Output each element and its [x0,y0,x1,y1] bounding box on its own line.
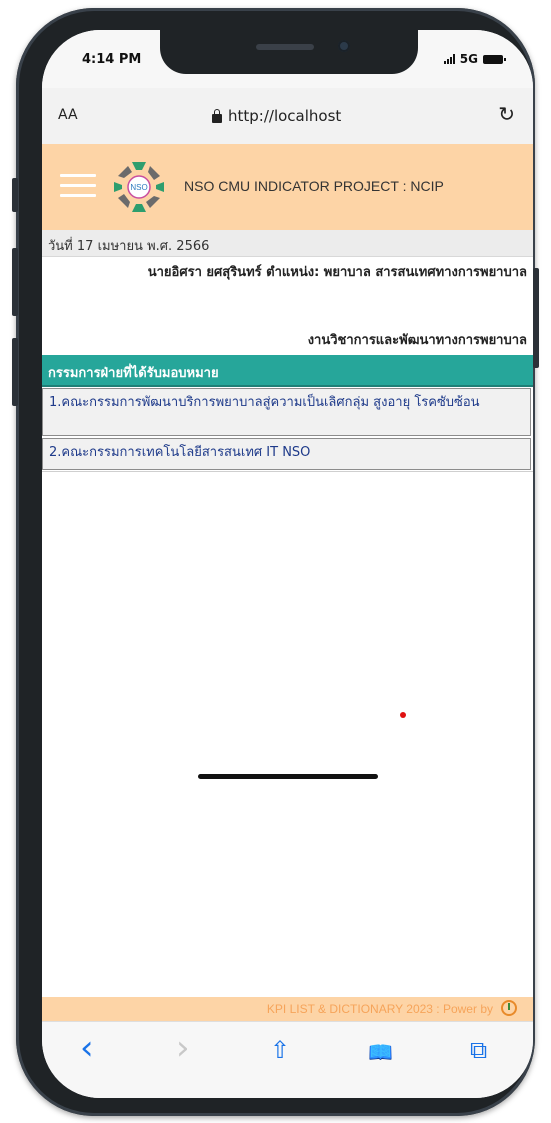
nso-logo: NSO [114,162,164,212]
date-row: วันที่ 17 เมษายน พ.ศ. 2566 [42,230,533,257]
committee-section-header: กรรมการฝ่ายที่ได้รับมอบหมาย [42,355,533,387]
logo-text: NSO [130,183,147,192]
volume-up-button [12,248,18,316]
footer-text: KPI LIST & DICTIONARY 2023 : Power by [266,1002,493,1016]
date-text: วันที่ 17 เมษายน พ.ศ. 2566 [48,239,210,254]
battery-icon [483,54,506,64]
reload-icon[interactable]: ↻ [498,102,515,126]
browser-toolbar: ‹ › ⇧ 📖 ⧉ [42,1021,533,1098]
silent-switch [12,178,18,212]
site-header: NSO NSO CMU INDICATOR PROJECT : NCIP [42,144,533,230]
lock-icon [212,108,222,123]
site-title: NSO CMU INDICATOR PROJECT : NCIP [184,178,444,194]
browser-address-bar: AA http://localhost ↻ [42,88,533,145]
forward-icon[interactable]: › [176,1028,190,1068]
power-logo-icon [501,1000,517,1016]
notch [160,30,418,74]
text-size-button[interactable]: AA [58,107,78,123]
site-footer: KPI LIST & DICTIONARY 2023 : Power by [42,997,533,1021]
menu-icon[interactable] [60,174,96,200]
back-icon[interactable]: ‹ [80,1028,94,1068]
volume-down-button [12,338,18,406]
speaker [256,44,314,50]
committee-item[interactable]: 2.คณะกรรมการเทคโนโลยีสารสนเทศ IT NSO [42,438,531,470]
power-button [533,268,539,368]
section-title: กรรมการฝ่ายที่ได้รับมอบหมาย [48,366,219,381]
department-text: งานวิชาการและพัฒนาทางการพยาบาล [307,333,527,348]
front-camera [338,40,350,52]
share-icon[interactable]: ⇧ [270,1036,290,1064]
committee-item[interactable]: 1.คณะกรรมการพัฒนาบริการพยาบาลสู่ความเป็น… [42,388,531,436]
home-indicator[interactable] [198,774,378,779]
user-info: นายอิศรา ยศสุรินทร์ ตำแหน่ง: พยาบาล สารส… [147,265,527,280]
url-field[interactable]: http://localhost [212,107,341,125]
tabs-icon[interactable]: ⧉ [470,1036,487,1064]
phone-screen: 4:14 PM 5G AA http://localhost ↻ NSO NSO… [42,30,533,1098]
signal-icon [443,54,455,64]
network-label: 5G [459,52,478,66]
content-area [42,471,533,998]
red-dot-marker [400,712,406,718]
status-indicators: 5G [443,52,506,66]
url-text: http://localhost [228,107,342,125]
status-time: 4:14 PM [82,52,142,67]
bookmarks-icon[interactable]: 📖 [368,1040,393,1064]
